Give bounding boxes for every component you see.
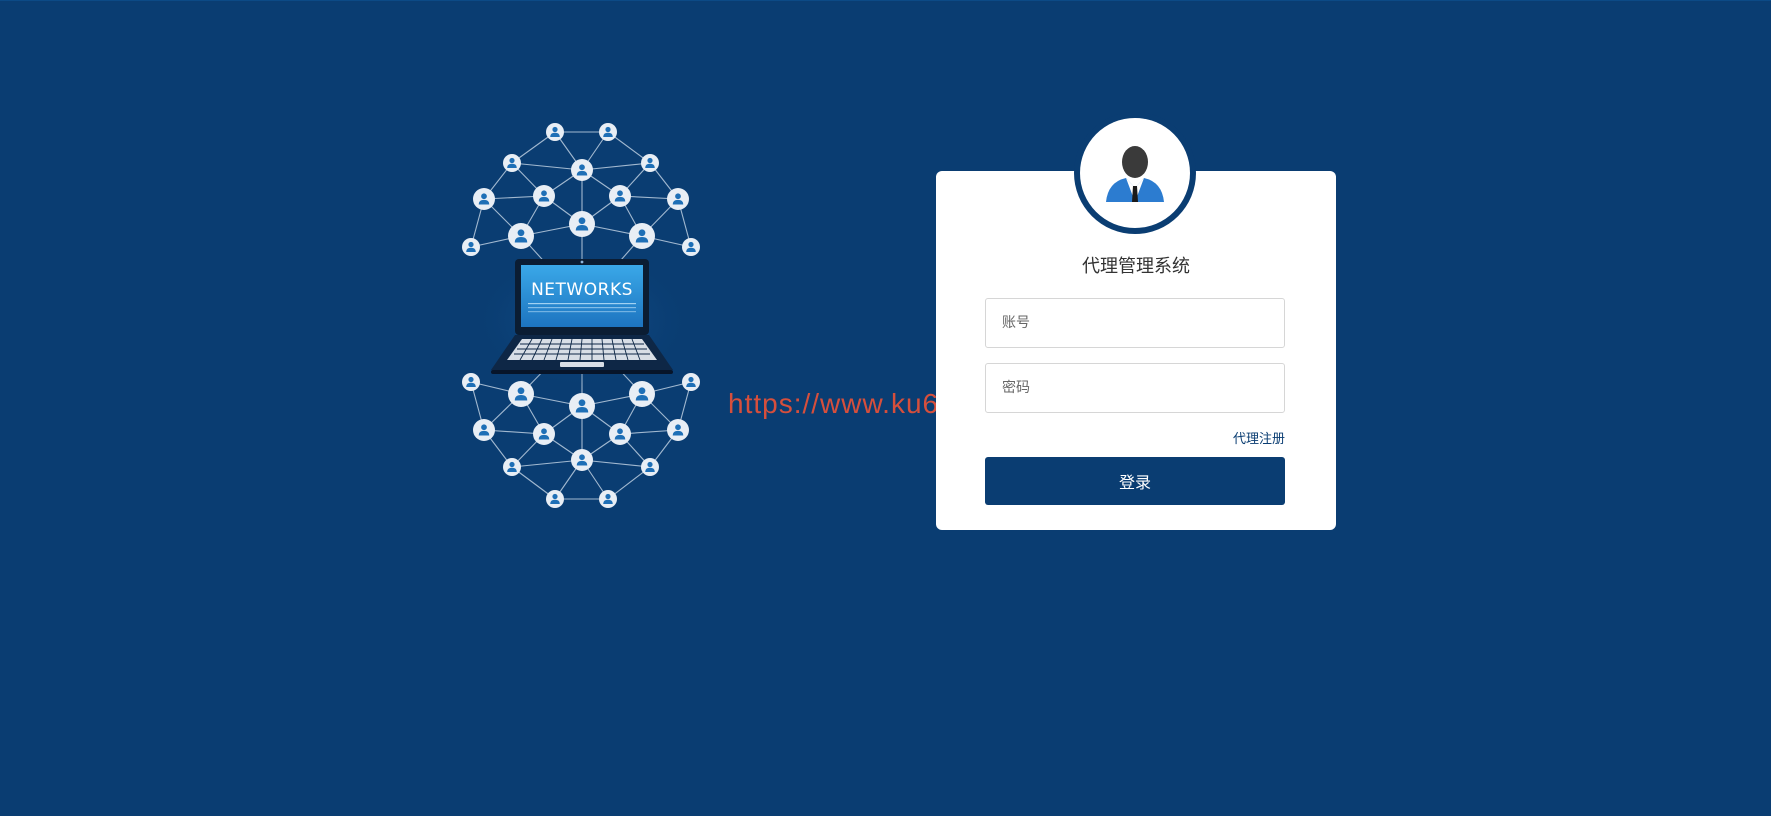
avatar	[1074, 112, 1196, 234]
password-field[interactable]	[985, 363, 1285, 413]
network-illustration: NETWORKS	[440, 112, 740, 572]
user-avatar-icon	[1106, 146, 1164, 202]
agent-register-link[interactable]: 代理注册	[1185, 428, 1285, 447]
account-field[interactable]	[985, 298, 1285, 348]
avatar-inner	[1080, 118, 1190, 228]
screen-text: NETWORKS	[531, 280, 633, 300]
login-button[interactable]: 登录	[985, 457, 1285, 505]
top-border	[0, 0, 1771, 1]
network-laptop-illustration: NETWORKS	[462, 123, 700, 508]
page-title: 代理管理系统	[1082, 256, 1190, 277]
